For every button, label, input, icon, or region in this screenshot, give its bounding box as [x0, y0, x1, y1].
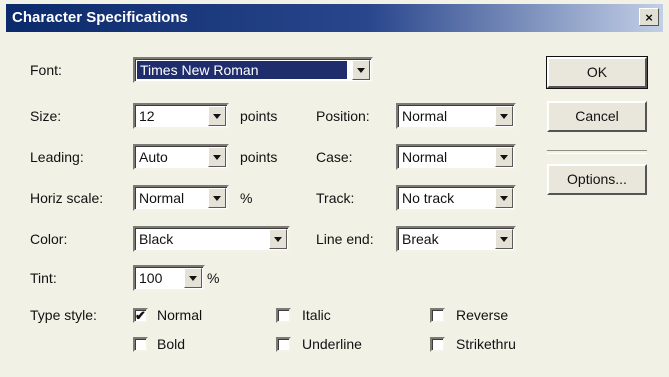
button-divider: [547, 150, 647, 154]
underline-checkbox[interactable]: [276, 337, 291, 352]
leading-dropdown-button[interactable]: [208, 147, 226, 167]
chevron-down-icon: [213, 196, 221, 201]
leading-unit: points: [240, 149, 278, 165]
leading-dropdown[interactable]: Auto: [133, 144, 229, 170]
strikethru-checkbox[interactable]: [430, 337, 445, 352]
case-dropdown[interactable]: Normal: [396, 144, 516, 170]
color-dropdown-button[interactable]: [269, 229, 287, 249]
leading-value: Auto: [139, 149, 168, 165]
line-end-label: Line end:: [316, 231, 374, 247]
size-label: Size:: [30, 108, 62, 124]
reverse-checkbox[interactable]: [430, 308, 445, 323]
horiz-scale-value: Normal: [139, 190, 185, 206]
horiz-scale-unit: %: [240, 190, 253, 206]
case-value: Normal: [402, 149, 448, 165]
horiz-scale-dropdown-button[interactable]: [208, 188, 226, 208]
track-dropdown[interactable]: No track: [396, 185, 516, 211]
track-value: No track: [402, 190, 455, 206]
chevron-down-icon: [189, 276, 197, 281]
italic-checkbox[interactable]: [276, 308, 291, 323]
chevron-down-icon: [213, 114, 221, 119]
color-value: Black: [139, 231, 174, 247]
track-label: Track:: [316, 190, 355, 206]
font-value: Times New Roman: [137, 61, 347, 79]
size-dropdown[interactable]: 12: [133, 103, 229, 129]
chevron-down-icon: [213, 155, 221, 160]
track-dropdown-button[interactable]: [495, 188, 513, 208]
chevron-down-icon: [500, 237, 508, 242]
position-value: Normal: [402, 108, 448, 124]
font-dropdown-button[interactable]: [352, 60, 370, 80]
italic-checkbox-label[interactable]: Italic: [302, 307, 331, 323]
position-label: Position:: [316, 108, 370, 124]
tint-unit: %: [207, 270, 220, 286]
position-dropdown[interactable]: Normal: [396, 103, 516, 129]
chevron-down-icon: [500, 196, 508, 201]
case-label: Case:: [316, 149, 353, 165]
position-dropdown-button[interactable]: [495, 106, 513, 126]
strikethru-checkbox-label[interactable]: Strikethru: [456, 336, 516, 352]
close-button[interactable]: ×: [639, 8, 659, 26]
font-label: Font:: [30, 62, 62, 78]
tint-label: Tint:: [30, 270, 57, 286]
reverse-checkbox-label[interactable]: Reverse: [456, 307, 508, 323]
cancel-button[interactable]: Cancel: [547, 101, 647, 132]
normal-checkbox[interactable]: ✔: [133, 308, 148, 323]
tint-dropdown[interactable]: 100: [133, 265, 205, 291]
horiz-scale-label: Horiz scale:: [30, 190, 104, 206]
font-dropdown[interactable]: Times New Roman: [133, 57, 373, 83]
color-dropdown[interactable]: Black: [133, 226, 290, 252]
title-bar[interactable]: Character Specifications ×: [6, 4, 663, 32]
ok-button[interactable]: OK: [546, 56, 648, 89]
line-end-dropdown[interactable]: Break: [396, 226, 516, 252]
underline-checkbox-label[interactable]: Underline: [302, 336, 362, 352]
size-unit: points: [240, 108, 278, 124]
type-style-label: Type style:: [30, 307, 97, 323]
line-end-dropdown-button[interactable]: [495, 229, 513, 249]
size-value: 12: [139, 108, 155, 124]
line-end-value: Break: [402, 231, 439, 247]
color-label: Color:: [30, 231, 68, 247]
tint-value: 100: [139, 270, 163, 286]
leading-label: Leading:: [30, 149, 84, 165]
case-dropdown-button[interactable]: [495, 147, 513, 167]
options-button[interactable]: Options...: [547, 164, 647, 195]
window-title: Character Specifications: [12, 9, 188, 26]
chevron-down-icon: [500, 114, 508, 119]
horiz-scale-dropdown[interactable]: Normal: [133, 185, 229, 211]
chevron-down-icon: [357, 68, 365, 73]
chevron-down-icon: [274, 237, 282, 242]
bold-checkbox-label[interactable]: Bold: [157, 336, 185, 352]
normal-checkbox-label[interactable]: Normal: [157, 307, 202, 323]
size-dropdown-button[interactable]: [208, 106, 226, 126]
bold-checkbox[interactable]: [133, 337, 148, 352]
chevron-down-icon: [500, 155, 508, 160]
tint-dropdown-button[interactable]: [184, 268, 202, 288]
